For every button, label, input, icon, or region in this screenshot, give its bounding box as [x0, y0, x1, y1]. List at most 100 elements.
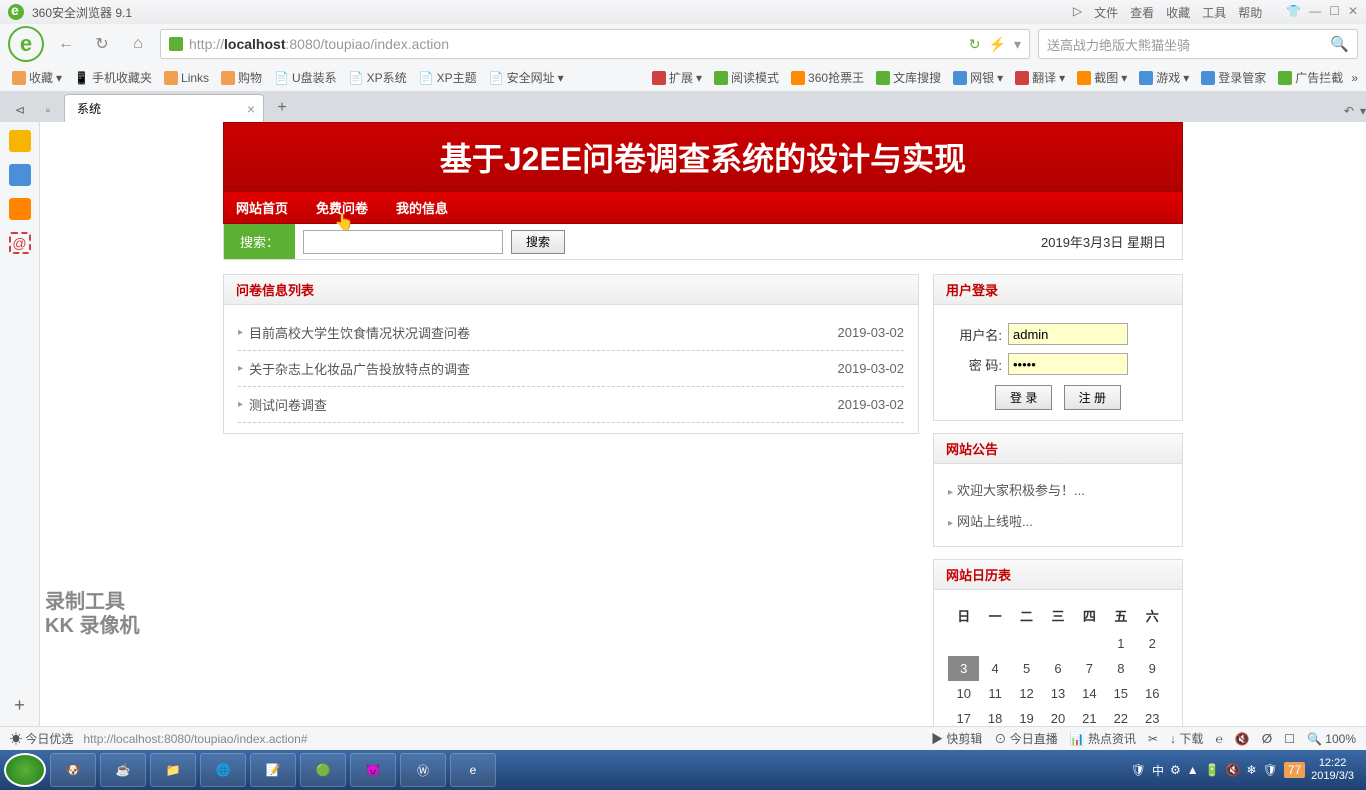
calendar-day[interactable]: 19: [1011, 706, 1042, 726]
survey-item[interactable]: 目前高校大学生饮食情况状况调查问卷2019-03-02: [238, 315, 904, 351]
bookmark-item[interactable]: 📄U盘装系: [270, 69, 341, 86]
taskbar-app[interactable]: 🐶: [50, 753, 96, 787]
search-icon[interactable]: 🔍: [1330, 35, 1349, 53]
taskbar-app[interactable]: 😈: [350, 753, 396, 787]
tray-icon[interactable]: 🔋: [1205, 763, 1220, 777]
browser-main-logo-icon[interactable]: e: [8, 26, 44, 62]
new-tab-button[interactable]: +: [272, 98, 292, 118]
tab-close-icon[interactable]: ×: [247, 101, 255, 117]
calendar-day[interactable]: 12: [1011, 681, 1042, 706]
calendar-day[interactable]: 23: [1137, 706, 1168, 726]
tab-list-icon[interactable]: ▫: [36, 98, 60, 122]
calendar-day[interactable]: 7: [1074, 656, 1105, 681]
tray-icon[interactable]: 🛡: [1131, 763, 1146, 777]
bookmark-item[interactable]: Links: [160, 71, 213, 85]
calendar-day[interactable]: [1042, 631, 1073, 656]
screenshot-button[interactable]: 截图 ▾: [1073, 69, 1131, 86]
sidebar-add-button[interactable]: +: [14, 695, 25, 716]
login-button[interactable]: 登 录: [995, 385, 1052, 410]
page-search-input[interactable]: [303, 230, 503, 254]
calendar-day[interactable]: 18: [979, 706, 1010, 726]
address-bar[interactable]: http://localhost:8080/toupiao/index.acti…: [160, 29, 1030, 59]
maximize-icon[interactable]: ☐: [1329, 4, 1340, 21]
bookmark-fav[interactable]: 收藏 ▾: [8, 69, 66, 86]
undo-tab-icon[interactable]: ↶: [1344, 104, 1354, 118]
status-icon[interactable]: ☐: [1284, 732, 1295, 746]
calendar-day[interactable]: 17: [948, 706, 979, 726]
password-input[interactable]: [1008, 353, 1128, 375]
taskbar-app[interactable]: 🌐: [200, 753, 246, 787]
back-button[interactable]: ←: [52, 30, 80, 58]
wenku-button[interactable]: 文库搜搜: [872, 69, 945, 86]
bookmark-item[interactable]: 📱手机收藏夹: [70, 69, 156, 86]
notice-item[interactable]: 网站上线啦...: [948, 505, 1168, 536]
survey-item[interactable]: 测试问卷调查2019-03-02: [238, 387, 904, 423]
calendar-day[interactable]: [1011, 631, 1042, 656]
status-icon[interactable]: 🔇: [1235, 732, 1250, 746]
minimize-icon[interactable]: —: [1309, 4, 1321, 21]
calendar-day[interactable]: 10: [948, 681, 979, 706]
ticket-button[interactable]: 360抢票王: [787, 69, 868, 86]
taskbar-app[interactable]: Ⓦ: [400, 753, 446, 787]
calendar-day[interactable]: 14: [1074, 681, 1105, 706]
dropdown-icon[interactable]: ▾: [1014, 36, 1021, 53]
calendar-day[interactable]: [979, 631, 1010, 656]
calendar-day[interactable]: 5: [1011, 656, 1042, 681]
sidebar-at-icon[interactable]: @: [9, 232, 31, 254]
browser-search-input[interactable]: 送高战力绝版大熊猫坐骑 🔍: [1038, 29, 1358, 59]
menu-file[interactable]: 文件: [1094, 4, 1118, 21]
tray-icon[interactable]: 🔇: [1226, 763, 1241, 777]
game-button[interactable]: 游戏 ▾: [1135, 69, 1193, 86]
reload-button[interactable]: ↻: [88, 30, 116, 58]
more-icon[interactable]: »: [1351, 71, 1358, 85]
register-button[interactable]: 注 册: [1064, 385, 1121, 410]
calendar-day[interactable]: 15: [1105, 681, 1136, 706]
home-button[interactable]: ⌂: [124, 30, 152, 58]
zoom-level[interactable]: 🔍 100%: [1307, 732, 1356, 746]
tray-icon[interactable]: ❄: [1247, 763, 1257, 777]
skip-icon[interactable]: ▷: [1073, 4, 1082, 21]
ext-button[interactable]: 扩展 ▾: [648, 69, 706, 86]
tab-history-icon[interactable]: ⊲: [8, 98, 32, 122]
calendar-day[interactable]: 9: [1137, 656, 1168, 681]
taskbar-app[interactable]: 🟢: [300, 753, 346, 787]
menu-view[interactable]: 查看: [1130, 4, 1154, 21]
nav-free[interactable]: 免费问卷: [316, 198, 368, 217]
status-item[interactable]: ▶ 快剪辑: [931, 730, 982, 747]
tab-menu-icon[interactable]: ▾: [1360, 104, 1366, 118]
sidebar-doc-icon[interactable]: [9, 164, 31, 186]
calendar-day[interactable]: 4: [979, 656, 1010, 681]
taskbar-app[interactable]: 📝: [250, 753, 296, 787]
skin-icon[interactable]: 👕: [1286, 4, 1301, 21]
survey-item[interactable]: 关于杂志上化妆品广告投放特点的调查2019-03-02: [238, 351, 904, 387]
taskbar-app[interactable]: e: [450, 753, 496, 787]
bookmark-item[interactable]: 购物: [217, 69, 266, 86]
calendar-day[interactable]: 21: [1074, 706, 1105, 726]
start-button[interactable]: [4, 753, 46, 787]
calendar-day[interactable]: 1: [1105, 631, 1136, 656]
calendar-day[interactable]: 3: [948, 656, 979, 681]
page-search-button[interactable]: 搜索: [511, 230, 565, 254]
refresh-icon[interactable]: ↻: [969, 36, 981, 53]
browser-tab[interactable]: 系统 ×: [64, 94, 264, 122]
tray-icon[interactable]: 中: [1152, 762, 1164, 779]
taskbar-app[interactable]: 📁: [150, 753, 196, 787]
status-today[interactable]: ☀ 今日优选: [10, 730, 73, 747]
calendar-day[interactable]: [1074, 631, 1105, 656]
nav-myinfo[interactable]: 我的信息: [396, 198, 448, 217]
calendar-day[interactable]: 16: [1137, 681, 1168, 706]
bank-button[interactable]: 网银 ▾: [949, 69, 1007, 86]
tray-icon[interactable]: ⚙: [1170, 763, 1181, 777]
tray-badge[interactable]: 77: [1284, 762, 1305, 778]
sidebar-weibo-icon[interactable]: [9, 198, 31, 220]
calendar-day[interactable]: 2: [1137, 631, 1168, 656]
sidebar-star-icon[interactable]: [9, 130, 31, 152]
tray-icon[interactable]: 🛡: [1263, 763, 1278, 777]
login-mgr-button[interactable]: 登录管家: [1197, 69, 1270, 86]
calendar-day[interactable]: 11: [979, 681, 1010, 706]
status-item[interactable]: ⊙ 今日直播: [994, 730, 1057, 747]
calendar-day[interactable]: 8: [1105, 656, 1136, 681]
calendar-day[interactable]: 20: [1042, 706, 1073, 726]
nav-home[interactable]: 网站首页: [236, 198, 288, 217]
calendar-day[interactable]: 22: [1105, 706, 1136, 726]
